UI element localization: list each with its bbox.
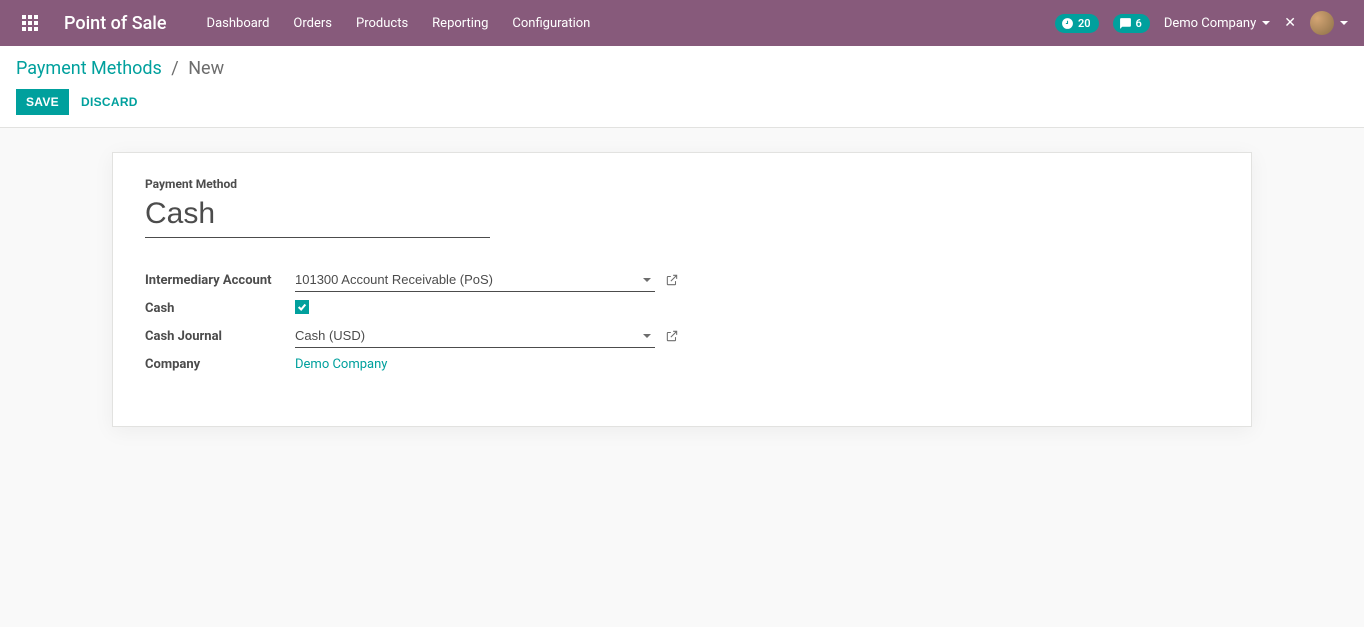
row-cash: Cash [145,294,1219,322]
row-company: Company Demo Company [145,350,1219,378]
chevron-down-icon [1340,21,1348,25]
chat-count: 6 [1136,17,1142,30]
nav-item-products[interactable]: Products [356,16,408,31]
row-intermediary-account: Intermediary Account [145,266,1219,294]
form-sheet: Payment Method Intermediary Account Cash [112,152,1252,427]
nav-item-reporting[interactable]: Reporting [432,16,488,31]
discard-button[interactable]: Discard [71,89,148,115]
save-button[interactable]: Save [16,89,69,115]
intermediary-account-input[interactable] [295,268,655,292]
top-navbar: Point of Sale Dashboard Orders Products … [0,0,1364,46]
navbar-right: 20 6 Demo Company ✕ [1055,11,1348,35]
check-icon [297,302,307,312]
clock-icon [1061,17,1074,30]
debug-icon[interactable]: ✕ [1284,15,1296,31]
cash-journal-external-link[interactable] [665,329,679,343]
breadcrumb-current: New [188,58,224,79]
nav-menu: Dashboard Orders Products Reporting Conf… [207,16,591,31]
timer-badge[interactable]: 20 [1055,14,1099,33]
breadcrumb-parent[interactable]: Payment Methods [16,58,162,79]
name-input[interactable] [145,195,490,238]
company-name: Demo Company [1164,16,1256,31]
control-panel: Payment Methods / New Save Discard [0,46,1364,128]
row-cash-journal: Cash Journal [145,322,1219,350]
company-field: Demo Company [295,357,655,372]
avatar [1310,11,1334,35]
control-buttons: Save Discard [16,89,1348,115]
timer-count: 20 [1078,17,1091,30]
intermediary-account-field [295,268,655,292]
intermediary-account-label: Intermediary Account [145,273,295,288]
chat-icon [1119,17,1132,30]
breadcrumb: Payment Methods / New [16,58,1348,79]
company-label: Company [145,357,295,372]
cash-journal-input[interactable] [295,324,655,348]
cash-label: Cash [145,301,295,316]
user-menu[interactable] [1310,11,1348,35]
company-switcher[interactable]: Demo Company [1164,16,1270,31]
payment-method-label: Payment Method [145,177,1219,191]
chat-badge[interactable]: 6 [1113,14,1150,33]
nav-item-dashboard[interactable]: Dashboard [207,16,270,31]
cash-field [295,300,655,316]
form-container: Payment Method Intermediary Account Cash [0,128,1364,451]
app-brand[interactable]: Point of Sale [64,13,167,34]
chevron-down-icon [1262,21,1270,25]
external-link-icon [665,329,679,343]
apps-icon[interactable] [16,9,44,37]
nav-item-orders[interactable]: Orders [293,16,332,31]
company-link[interactable]: Demo Company [295,357,387,372]
nav-item-configuration[interactable]: Configuration [512,16,590,31]
cash-journal-field [295,324,655,348]
external-link-icon [665,273,679,287]
form-fields: Intermediary Account Cash [145,266,1219,378]
cash-journal-label: Cash Journal [145,329,295,344]
intermediary-external-link[interactable] [665,273,679,287]
breadcrumb-separator: / [171,58,178,79]
cash-checkbox[interactable] [295,300,309,314]
